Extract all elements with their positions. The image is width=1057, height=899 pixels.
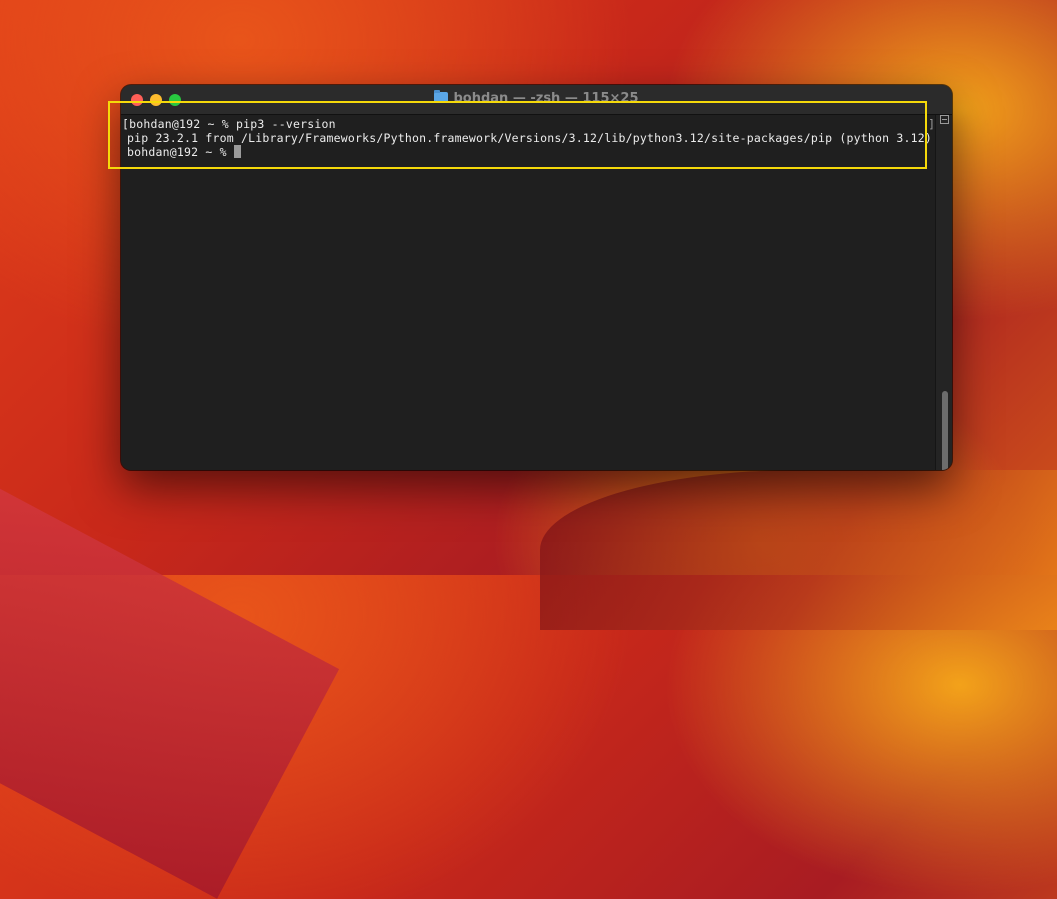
text-cursor <box>233 145 241 158</box>
terminal-prompt: bohdan@192 ~ % <box>127 145 234 159</box>
title-bar[interactable]: bohdan — -zsh — 115×25 <box>121 85 952 115</box>
scrollbar-thumb[interactable] <box>942 391 948 470</box>
split-pane-icon[interactable] <box>940 115 949 124</box>
terminal-line: [bohdan@192 ~ % pip3 --version <box>122 117 336 131</box>
terminal-output[interactable]: [bohdan@192 ~ % pip3 --version pip 23.2.… <box>121 115 935 470</box>
folder-icon <box>434 90 449 103</box>
wallpaper-shape <box>540 470 1057 630</box>
wallpaper-shape <box>0 425 340 899</box>
terminal-line: pip 23.2.1 from /Library/Frameworks/Pyth… <box>127 131 932 145</box>
terminal-prompt-line[interactable]: bohdan@192 ~ % <box>127 145 241 159</box>
terminal-line-bracket: ] <box>928 117 935 131</box>
window-title-text: bohdan — -zsh — 115×25 <box>453 91 639 106</box>
scrollbar[interactable] <box>935 115 952 470</box>
terminal-window[interactable]: bohdan — -zsh — 115×25 [bohdan@192 ~ % p… <box>121 85 952 470</box>
window-title: bohdan — -zsh — 115×25 <box>121 90 952 106</box>
